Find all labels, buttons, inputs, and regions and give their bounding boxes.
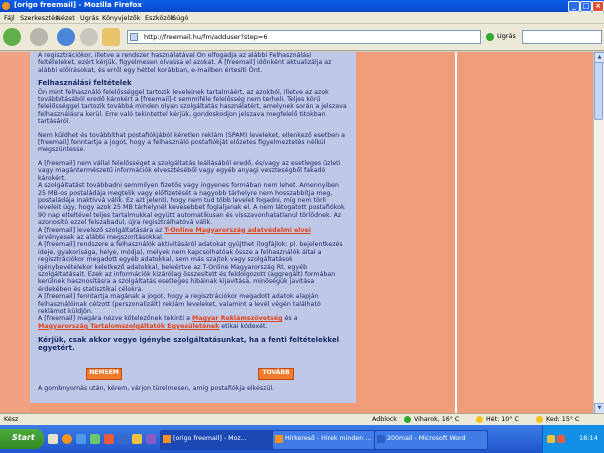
- menu-bookmarks[interactable]: Könyvjelzők: [102, 14, 141, 22]
- divider: [455, 52, 457, 413]
- menu-bar: Fájl Szerkesztés Nézet Ugrás Könyvjelzők…: [0, 12, 604, 24]
- home-icon[interactable]: [102, 28, 120, 46]
- go-icon: [486, 33, 494, 41]
- task-label: 200mail - Microsoft Word: [387, 435, 466, 442]
- page-icon: [130, 33, 138, 41]
- sun-icon: [476, 416, 483, 423]
- menu-tools[interactable]: Eszközök: [145, 14, 175, 22]
- weather-day-after: Ked: 15° C: [546, 416, 580, 423]
- menu-edit[interactable]: Szerkesztés: [20, 14, 58, 22]
- terms-heading: Felhasználási feltételek: [38, 79, 132, 88]
- right-margin: [356, 52, 454, 413]
- task-firefox[interactable]: [origo freemail] - Moz...: [160, 430, 284, 450]
- back-icon[interactable]: [3, 28, 21, 46]
- system-tray: 18:14: [542, 425, 604, 453]
- scroll-thumb[interactable]: [594, 62, 603, 120]
- quicklaunch-icon[interactable]: [90, 434, 100, 444]
- maximize-button[interactable]: □: [580, 1, 592, 12]
- tray-icon[interactable]: [557, 435, 565, 443]
- weather-now: Viharok, 16° C: [414, 416, 460, 423]
- firefox-icon: [163, 435, 171, 443]
- quicklaunch-icon[interactable]: [132, 434, 142, 444]
- firefox-icon: [2, 2, 10, 10]
- quicklaunch-icon[interactable]: [104, 434, 114, 444]
- menu-file[interactable]: Fájl: [4, 14, 15, 22]
- terms-paragraph: A [freemail] nem vállal felelősséget a s…: [38, 159, 341, 182]
- forward-icon[interactable]: [30, 28, 48, 46]
- agree-text: Kérjük, csak akkor vegye igénybe szolgál…: [38, 336, 340, 353]
- task-word[interactable]: 200mail - Microsoft Word: [374, 430, 488, 450]
- terms-paragraph: A [freemail] magára nézve kötelezőnek te…: [38, 315, 298, 330]
- word-icon: [377, 435, 385, 443]
- quicklaunch-icon[interactable]: [62, 434, 72, 444]
- menu-help[interactable]: Súgó: [172, 14, 188, 22]
- sun-icon: [536, 416, 543, 423]
- terms-paragraph: Nem küldhet és továbbíthat postafiókjábó…: [38, 131, 345, 154]
- reload-icon[interactable]: [57, 28, 75, 46]
- search-input[interactable]: [522, 30, 602, 44]
- status-bar: Kész Adblock Viharok, 16° C Hét: 10° C K…: [0, 413, 604, 425]
- decline-button[interactable]: NEMSEM: [86, 368, 122, 380]
- menu-view[interactable]: Nézet: [56, 14, 75, 22]
- terms-panel: A regisztrációkor, illetve a rendszer ha…: [30, 52, 356, 403]
- quicklaunch-icon[interactable]: [146, 434, 156, 444]
- minimize-button[interactable]: _: [568, 1, 580, 12]
- menu-go[interactable]: Ugrás: [80, 14, 99, 22]
- window-title: [origo freemail] - Mozilla Firefox: [14, 1, 142, 9]
- url-input[interactable]: http://freemail.hu/fm/adduser?step=6: [127, 30, 481, 44]
- terms-paragraph: A [freemail] levelező szolgáltatására az…: [38, 226, 311, 241]
- browser-icon: [275, 435, 283, 443]
- go-button[interactable]: Ugrás: [484, 30, 524, 44]
- tray-icon[interactable]: [547, 435, 555, 443]
- adblock-label[interactable]: Adblock: [372, 416, 397, 423]
- go-label: Ugrás: [497, 32, 516, 40]
- left-margin: [0, 52, 30, 413]
- quicklaunch-icon[interactable]: [76, 434, 86, 444]
- status-text: Kész: [4, 416, 19, 423]
- task-label: Hírkereső - Hírek minden ...: [285, 435, 372, 442]
- start-button[interactable]: Start: [0, 429, 44, 449]
- terms-paragraph: A szolgáltatást továbbadni semmilyen fiz…: [38, 182, 345, 227]
- clock: 18:14: [579, 434, 598, 442]
- terms-paragraph: A [freemail] rendszere a felhasználók ak…: [38, 241, 343, 293]
- close-button[interactable]: ×: [592, 1, 604, 12]
- wait-text: A gombnyomás után, kérem, várjon türelme…: [38, 385, 275, 392]
- title-bar: [origo freemail] - Mozilla Firefox _ □ ×: [0, 0, 604, 12]
- intro-text: A regisztrációkor, illetve a rendszer ha…: [38, 52, 332, 74]
- stop-icon[interactable]: [80, 28, 98, 46]
- terms-paragraph: Ön mint felhasználó felelősséggel tartoz…: [38, 88, 347, 126]
- quicklaunch-icon[interactable]: [48, 434, 58, 444]
- task-hirkereso[interactable]: Hírkereső - Hírek minden ...: [272, 430, 386, 450]
- weather-tomorrow: Hét: 10° C: [486, 416, 519, 423]
- next-button[interactable]: TOVÁBB: [258, 368, 294, 380]
- privacy-link[interactable]: T-Online Magyarország adatvédelmi elvei: [164, 227, 311, 234]
- reklamszovetseg-link[interactable]: Magyar Reklámszövetség: [192, 315, 283, 322]
- task-label: [origo freemail] - Moz...: [173, 435, 247, 442]
- quicklaunch-icon[interactable]: [118, 434, 128, 444]
- tartalomszolgaltatok-link[interactable]: Magyarország Tartalomszolgáltatók Egyesü…: [38, 323, 219, 330]
- terms-paragraph: A [freemail] fenntartja magának a jogot,…: [38, 293, 321, 315]
- weather-icon: [404, 416, 411, 423]
